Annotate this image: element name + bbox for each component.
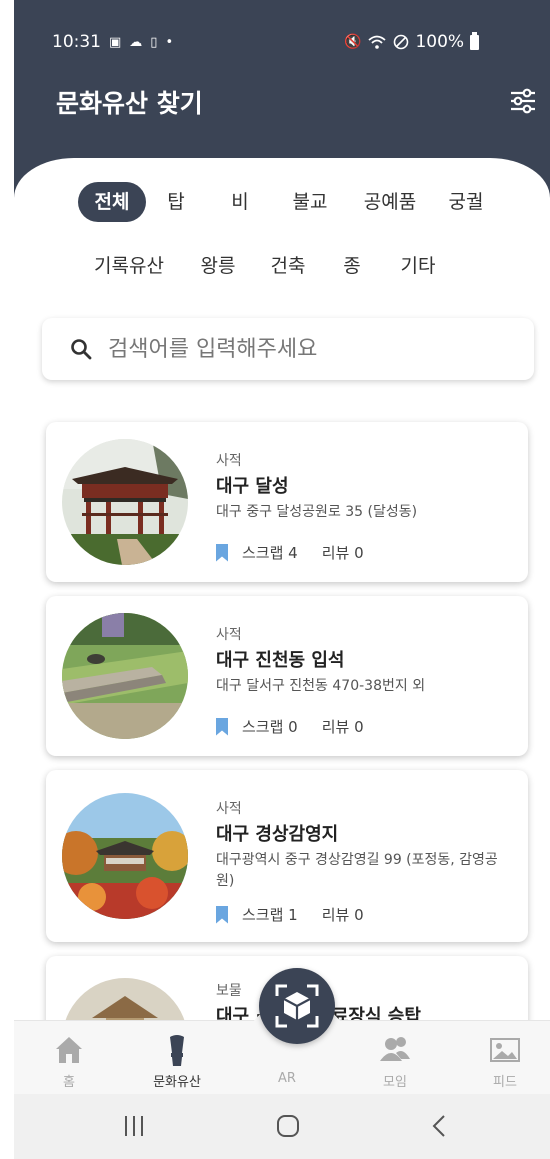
category-royal-tomb[interactable]: 왕릉 — [190, 246, 246, 286]
back-button[interactable] — [410, 1108, 470, 1144]
device-notification-icon: ▯ — [150, 34, 158, 50]
blocked-icon — [394, 34, 409, 50]
bookmark-icon — [216, 717, 228, 736]
heritage-name: 대구 달성 — [216, 476, 289, 497]
mute-icon: 🔇 — [344, 34, 362, 50]
heritage-stats: 스크랩 0 리뷰 0 — [216, 716, 364, 737]
heritage-card[interactable]: 사적 대구 진천동 입석 대구 달서구 진천동 470-38번지 외 스크랩 0… — [46, 596, 528, 756]
heritage-stats: 스크랩 4 리뷰 0 — [216, 542, 364, 563]
heritage-thumbnail — [62, 439, 188, 565]
category-records[interactable]: 기록유산 — [86, 246, 172, 286]
back-chevron-icon — [432, 1115, 445, 1137]
status-time: 10:31 — [52, 32, 101, 52]
nav-feed[interactable]: 피드 — [460, 1021, 550, 1095]
recent-apps-button[interactable] — [104, 1108, 164, 1144]
heritage-icon — [170, 1035, 184, 1066]
category-tower[interactable]: 탑 — [156, 182, 196, 222]
heritage-category: 사적 — [216, 453, 242, 469]
app-frame: 10:31 ▣ ☁ ▯ • 🔇 100% 문화유산 찾기 전체 탑 비 불교 공… — [14, 0, 550, 1159]
category-buddhism[interactable]: 불교 — [282, 182, 338, 222]
category-bell[interactable]: 종 — [332, 246, 372, 286]
search-bar[interactable] — [42, 318, 534, 380]
heritage-info: 사적 대구 경상감영지 대구광역시 중구 경상감영길 99 (포정동, 감영공원… — [216, 798, 516, 892]
nav-heritage-label: 문화유산 — [153, 1075, 201, 1090]
scrap-count: 스크랩 1 — [242, 906, 298, 924]
status-bar-right: 🔇 100% — [344, 31, 480, 52]
ar-button[interactable] — [259, 968, 335, 1044]
heritage-card[interactable]: 사적 대구 달성 대구 중구 달성공원로 35 (달성동) 스크랩 4 리뷰 0 — [46, 422, 528, 582]
review-count: 리뷰 0 — [321, 718, 364, 736]
category-other[interactable]: 기타 — [390, 246, 446, 286]
review-count: 리뷰 0 — [321, 906, 364, 924]
battery-percent: 100% — [415, 32, 465, 52]
review-count: 리뷰 0 — [321, 544, 364, 562]
scrap-count: 스크랩 0 — [242, 718, 298, 736]
heritage-name: 대구 진천동 입석 — [216, 650, 345, 671]
heritage-info: 사적 대구 진천동 입석 대구 달서구 진천동 470-38번지 외 — [216, 624, 516, 697]
search-icon — [71, 339, 92, 360]
category-crafts[interactable]: 공예품 — [352, 182, 428, 222]
cloud-notification-icon: ☁ — [129, 34, 143, 50]
nav-feed-label: 피드 — [493, 1075, 517, 1090]
home-system-button[interactable] — [258, 1108, 318, 1144]
filter-settings-button[interactable] — [508, 86, 538, 116]
system-navigation-bar — [14, 1094, 550, 1159]
nav-home-label: 홈 — [63, 1075, 75, 1090]
heritage-address: 대구 중구 달성공원로 35 (달성동) — [216, 504, 418, 520]
nav-group-label: 모임 — [383, 1075, 407, 1090]
image-icon — [490, 1038, 520, 1062]
heritage-category: 사적 — [216, 801, 242, 817]
category-palace[interactable]: 궁궐 — [438, 182, 494, 222]
category-architecture[interactable]: 건축 — [260, 246, 316, 286]
status-bar-left: 10:31 ▣ ☁ ▯ • — [52, 32, 173, 52]
heritage-address: 대구광역시 중구 경상감영길 99 (포정동, 감영공원) — [216, 852, 498, 889]
heritage-card[interactable]: 사적 대구 경상감영지 대구광역시 중구 경상감영길 99 (포정동, 감영공원… — [46, 770, 528, 942]
heritage-category: 사적 — [216, 627, 242, 643]
nav-heritage[interactable]: 문화유산 — [132, 1021, 222, 1095]
nav-ar-label: AR — [278, 1071, 296, 1086]
recent-apps-icon — [125, 1116, 143, 1136]
category-all[interactable]: 전체 — [78, 182, 146, 222]
heritage-thumbnail — [62, 793, 188, 919]
page-title: 문화유산 찾기 — [56, 89, 203, 118]
gallery-notification-icon: ▣ — [109, 34, 122, 50]
category-monument[interactable]: 비 — [220, 182, 260, 222]
category-row-2: 기록유산 왕릉 건축 종 기타 — [14, 246, 550, 286]
bookmark-icon — [216, 543, 228, 562]
scrap-count: 스크랩 4 — [242, 544, 298, 562]
nav-home[interactable]: 홈 — [24, 1021, 114, 1095]
sliders-icon — [511, 88, 535, 114]
wifi-icon — [368, 35, 387, 49]
dot-notification-icon: • — [165, 34, 174, 50]
heritage-address: 대구 달서구 진천동 470-38번지 외 — [216, 678, 426, 694]
home-icon — [56, 1037, 82, 1063]
bookmark-icon — [216, 905, 228, 924]
search-input[interactable] — [108, 336, 488, 362]
group-icon — [380, 1037, 410, 1061]
ar-cube-icon — [275, 984, 319, 1028]
category-row-1: 전체 탑 비 불교 공예품 궁궐 — [14, 182, 550, 222]
heritage-thumbnail — [62, 613, 188, 739]
home-circle-icon — [277, 1115, 299, 1137]
battery-icon — [470, 31, 480, 50]
nav-group[interactable]: 모임 — [350, 1021, 440, 1095]
heritage-info: 사적 대구 달성 대구 중구 달성공원로 35 (달성동) — [216, 450, 516, 523]
heritage-name: 대구 경상감영지 — [216, 824, 339, 845]
heritage-stats: 스크랩 1 리뷰 0 — [216, 904, 364, 925]
